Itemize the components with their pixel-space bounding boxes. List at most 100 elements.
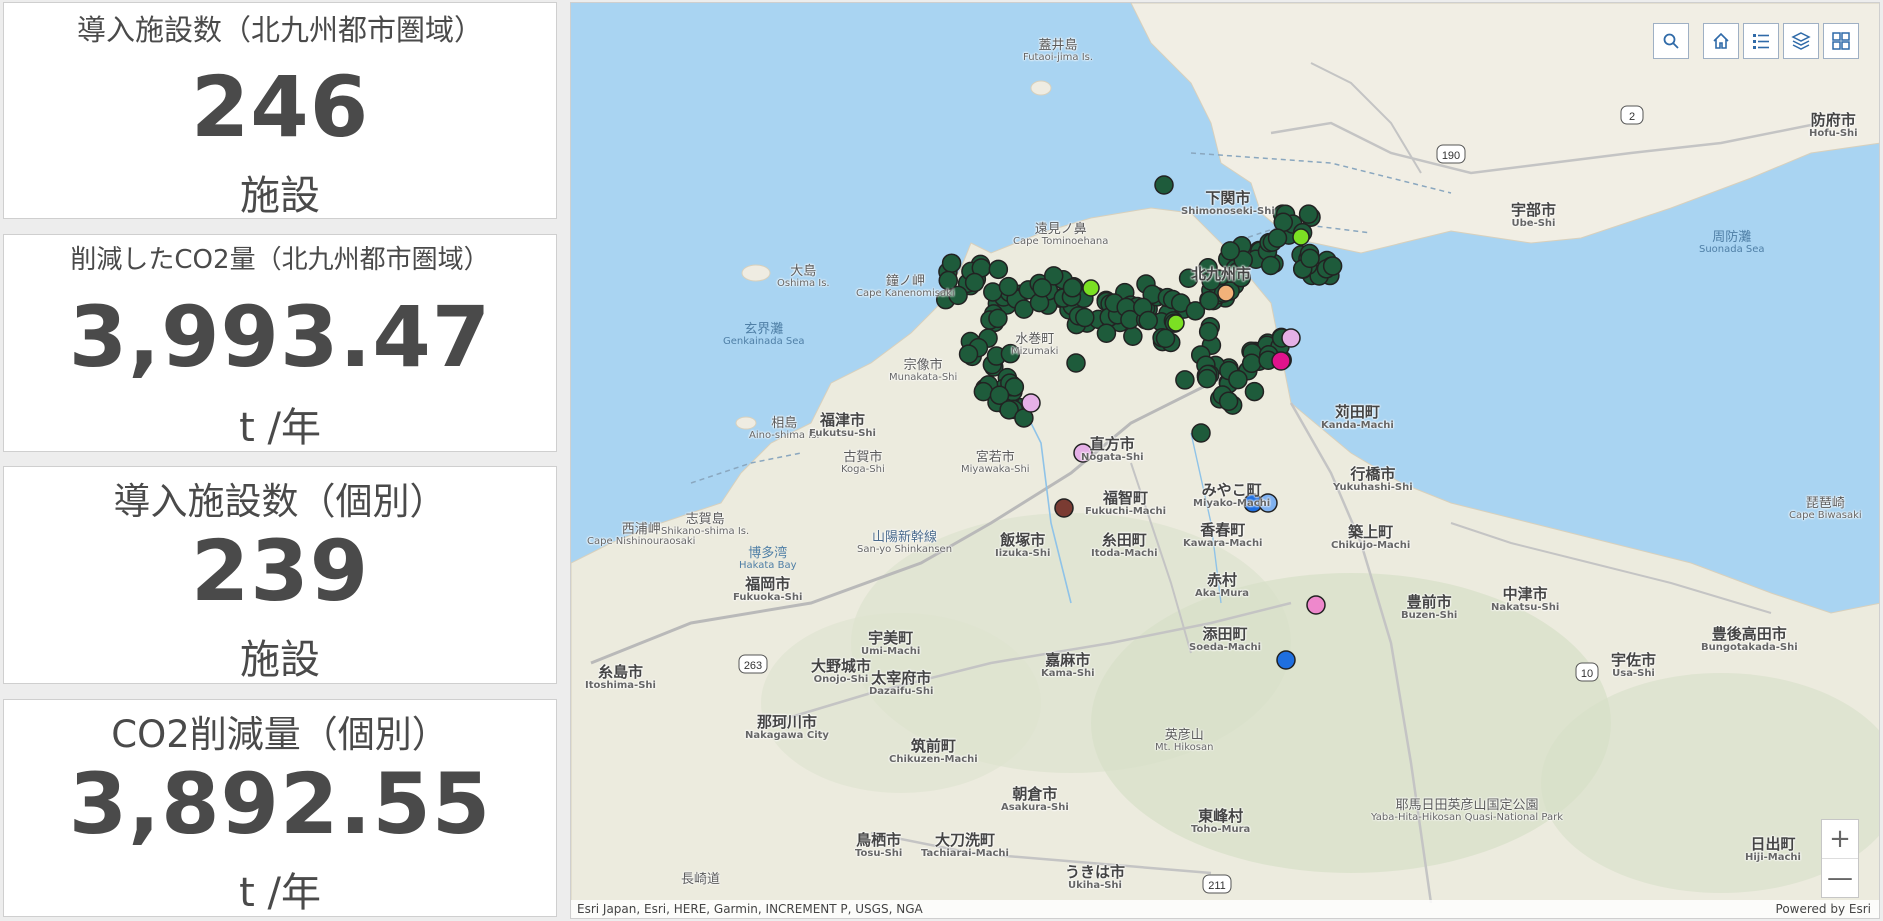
place-label: 大刀洗町 Tachiarai-Machi <box>921 831 1009 859</box>
facility-point[interactable] <box>988 259 1009 280</box>
place-label: 香春町 Kawara-Machi <box>1183 521 1263 549</box>
facility-point[interactable] <box>964 272 985 293</box>
place-label: 博多湾 Hakata Bay <box>739 546 797 571</box>
place-label: 豊後高田市 Bungotakada-Shi <box>1701 625 1798 653</box>
search-icon <box>1663 33 1679 49</box>
indicator-card-facilities-region: 導入施設数（北九州都市圏域） 246 施設 <box>3 2 557 219</box>
facility-point[interactable] <box>1155 328 1176 349</box>
facility-point[interactable] <box>1322 256 1343 276</box>
facility-point[interactable] <box>1191 423 1211 443</box>
place-label: 豊前市 Buzen-Shi <box>1401 593 1458 621</box>
place-label: 糸田町 Itoda-Machi <box>1091 531 1158 559</box>
facility-point[interactable] <box>1075 307 1095 328</box>
place-label: 古賀市 Koga-Shi <box>841 450 885 475</box>
place-label: 中津市 Nakatsu-Shi <box>1491 585 1560 613</box>
indicator-title: CO2削減量（個別） <box>111 713 449 756</box>
facility-point[interactable] <box>1138 310 1158 331</box>
facility-point[interactable] <box>1154 175 1174 195</box>
home-button[interactable] <box>1703 23 1739 59</box>
place-label: 下関市 Shimonoseki-Shi <box>1181 189 1275 217</box>
place-label: 鳥栖市 Tosu-Shi <box>855 831 903 859</box>
place-label: 行橋市 Yukuhashi-Shi <box>1333 465 1413 493</box>
zoom-out-button[interactable]: — <box>1822 858 1858 897</box>
facility-point[interactable] <box>1220 241 1241 261</box>
facility-point[interactable] <box>1096 323 1117 344</box>
basemap-gallery-icon <box>1832 32 1850 50</box>
powered-by-esri[interactable]: Powered by Esri <box>1776 900 1871 918</box>
indicator-title: 削減したCO2量（北九州都市圏域） <box>70 245 490 275</box>
facility-point[interactable] <box>1175 370 1195 390</box>
place-label: 福智町 Fukuchi-Machi <box>1085 489 1167 517</box>
facility-point[interactable] <box>1217 284 1235 302</box>
facility-point[interactable] <box>941 253 962 273</box>
facility-point[interactable] <box>1281 328 1301 348</box>
facility-point[interactable] <box>1300 248 1320 269</box>
place-label: 水巻町 Mizumaki <box>1011 332 1059 357</box>
facility-point[interactable] <box>1271 351 1291 371</box>
facility-point[interactable] <box>1167 314 1185 332</box>
facility-point[interactable] <box>998 276 1019 297</box>
search-button[interactable] <box>1653 23 1689 59</box>
route-shield-label: 211 <box>1208 880 1226 892</box>
facility-point[interactable] <box>1082 279 1100 297</box>
place-label: 長崎道 <box>681 872 721 887</box>
zoom-in-button[interactable]: + <box>1822 820 1858 858</box>
place-label: みやこ町 Miyako-Machi <box>1193 481 1271 509</box>
facility-point[interactable] <box>1066 353 1086 373</box>
place-label: 東峰村 Toho-Mura <box>1191 807 1251 835</box>
facility-point[interactable] <box>1199 290 1220 311</box>
place-label: 築上町 Chikujo-Machi <box>1331 523 1411 551</box>
zoom-control: + — <box>1821 819 1859 898</box>
facility-point[interactable] <box>1260 255 1281 276</box>
place-label: 苅田町 Kanda-Machi <box>1321 403 1394 431</box>
facility-point[interactable] <box>1276 650 1296 670</box>
place-label: 蓋井島 Futaoi-jima Is. <box>1023 38 1094 63</box>
place-label: 宗像市 Munakata-Shi <box>889 358 958 383</box>
map-view[interactable]: 2 190 263 10 211 蓋井島 Futaoi-jima Is. 下関市 S… <box>570 2 1880 919</box>
indicator-unit: t /年 <box>239 405 321 451</box>
facility-point[interactable] <box>1244 381 1265 402</box>
facility-point[interactable] <box>1218 391 1239 412</box>
place-label: 宇部市 Ube-Shi <box>1511 201 1557 229</box>
place-label: 太宰府市 Dazaifu-Shi <box>869 669 934 697</box>
facility-point[interactable] <box>1292 228 1310 246</box>
indicator-value: 239 <box>190 522 370 620</box>
basemap-gallery-button[interactable] <box>1823 23 1859 59</box>
place-label: 福津市 Fukutsu-Shi <box>809 411 876 439</box>
facility-point[interactable] <box>1032 278 1052 298</box>
facility-point[interactable] <box>988 308 1008 329</box>
indicator-unit: 施設 <box>240 637 320 683</box>
facility-point[interactable] <box>958 344 979 364</box>
place-label: 筑前町 Chikuzen-Machi <box>889 737 978 765</box>
facility-point[interactable] <box>1021 393 1041 413</box>
place-label: 宇美町 Umi-Machi <box>861 629 921 657</box>
legend-button[interactable] <box>1743 23 1779 59</box>
basemap: 2 190 263 10 211 <box>571 3 1879 918</box>
legend-icon <box>1753 34 1769 49</box>
facility-point[interactable] <box>1228 369 1248 390</box>
facility-point[interactable] <box>1054 498 1074 518</box>
facility-point[interactable] <box>1123 326 1143 346</box>
place-label: 防府市 Hofu-Shi <box>1809 111 1858 139</box>
place-label: 琵琶崎 Cape Biwasaki <box>1789 496 1862 521</box>
place-label: 福岡市 Fukuoka-Shi <box>733 575 803 603</box>
facility-point[interactable] <box>1198 321 1219 342</box>
indicator-value: 3,892.55 <box>68 755 492 853</box>
place-label: 英彦山 Mt. Hikosan <box>1155 728 1214 753</box>
facility-point[interactable] <box>1298 204 1319 224</box>
place-label: うきは市 Ukiha-Shi <box>1065 863 1126 891</box>
indicator-card-co2-individual: CO2削減量（個別） 3,892.55 t /年 <box>3 699 557 917</box>
facility-point[interactable] <box>1306 595 1326 615</box>
route-shield-label: 10 <box>1581 668 1593 680</box>
facility-point[interactable] <box>1062 278 1083 298</box>
indicator-card-facilities-individual: 導入施設数（個別） 239 施設 <box>3 466 557 684</box>
home-icon <box>1713 32 1729 49</box>
facility-point[interactable] <box>1241 353 1262 374</box>
route-shield-label: 2 <box>1629 111 1635 123</box>
place-label: 耶馬日田英彦山国定公園 Yaba-Hita-Hikosan Quasi-Natio… <box>1371 798 1563 823</box>
facility-point[interactable] <box>1197 368 1217 389</box>
facility-point[interactable] <box>1267 228 1288 248</box>
map-attribution: Esri Japan, Esri, HERE, Garmin, INCREMEN… <box>571 900 1879 918</box>
layers-button[interactable] <box>1783 23 1819 59</box>
place-label: 宇佐市 Usa-Shi <box>1611 651 1657 679</box>
